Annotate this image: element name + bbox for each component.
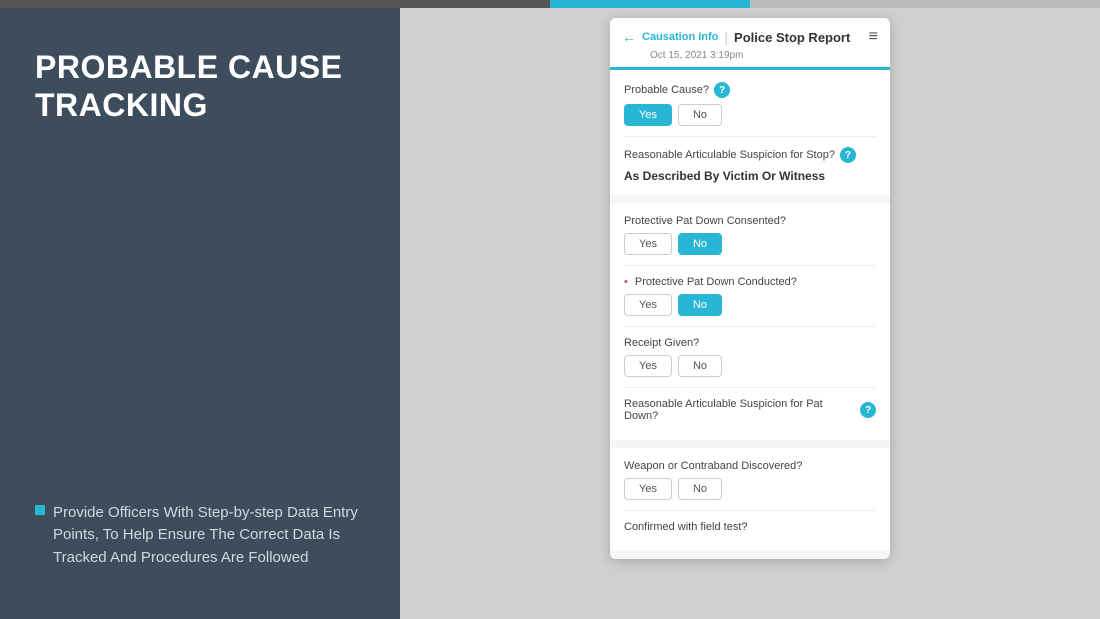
- section-divider-4: [624, 387, 876, 388]
- receipt-given-no-button[interactable]: No: [678, 355, 722, 377]
- reasonable-suspicion-stop-help-icon[interactable]: ?: [840, 147, 856, 163]
- page-title: PROBABLE CAUSETRACKING: [35, 48, 365, 125]
- reasonable-suspicion-pat-group: Reasonable Articulable Suspicion for Pat…: [624, 398, 876, 422]
- causation-info-label: Causation Info: [642, 31, 718, 43]
- reasonable-suspicion-stop-value: As Described By Victim Or Witness: [624, 169, 876, 183]
- reasonable-suspicion-stop-group: Reasonable Articulable Suspicion for Sto…: [624, 147, 876, 183]
- right-area: ← Causation Info | Police Stop Report ≡ …: [400, 8, 1100, 619]
- probable-cause-help-icon[interactable]: ?: [714, 82, 730, 98]
- pat-conducted-yes-button[interactable]: Yes: [624, 294, 672, 316]
- section-divider-1: [624, 136, 876, 137]
- pat-conducted-label: • Protective Pat Down Conducted?: [624, 276, 876, 288]
- date-label: Oct 15, 2021 3:19pm: [650, 50, 878, 61]
- bullet-icon: [35, 505, 45, 515]
- left-panel-bottom: Provide Officers With Step-by-step Data …: [35, 502, 365, 580]
- weapon-discovered-label: Weapon or Contraband Discovered?: [624, 460, 876, 472]
- pat-consented-yes-button[interactable]: Yes: [624, 233, 672, 255]
- header-left: ← Causation Info | Police Stop Report: [622, 29, 850, 45]
- main-content: PROBABLE CAUSETRACKING Provide Officers …: [0, 8, 1100, 619]
- left-panel: PROBABLE CAUSETRACKING Provide Officers …: [0, 8, 400, 619]
- form-body: Probable Cause? ? Yes No Reasonable Arti…: [610, 70, 890, 559]
- weapon-discovered-group: Weapon or Contraband Discovered? Yes No: [624, 460, 876, 500]
- confirmed-field-test-group: Confirmed with field test?: [624, 521, 876, 533]
- receipt-given-group: Receipt Given? Yes No: [624, 337, 876, 377]
- section-divider-5: [624, 510, 876, 511]
- receipt-given-yes-button[interactable]: Yes: [624, 355, 672, 377]
- bullet-text: Provide Officers With Step-by-step Data …: [53, 502, 365, 570]
- weapon-discovered-yes-button[interactable]: Yes: [624, 478, 672, 500]
- receipt-given-btn-group: Yes No: [624, 355, 876, 377]
- reasonable-suspicion-stop-label: Reasonable Articulable Suspicion for Sto…: [624, 147, 876, 163]
- form-header-top: ← Causation Info | Police Stop Report ≡: [622, 28, 878, 46]
- pat-consented-group: Protective Pat Down Consented? Yes No: [624, 215, 876, 255]
- pat-consented-btn-group: Yes No: [624, 233, 876, 255]
- section-divider-2: [624, 265, 876, 266]
- weapon-discovered-btn-group: Yes No: [624, 478, 876, 500]
- reasonable-suspicion-pat-help-icon[interactable]: ?: [860, 402, 876, 418]
- report-title: Police Stop Report: [734, 30, 850, 45]
- pat-consented-no-button[interactable]: No: [678, 233, 722, 255]
- top-bar: [0, 0, 1100, 8]
- pat-conducted-no-button[interactable]: No: [678, 294, 722, 316]
- back-button[interactable]: ←: [622, 29, 636, 45]
- probable-cause-btn-group: Yes No: [624, 104, 876, 126]
- menu-icon[interactable]: ≡: [869, 28, 878, 46]
- receipt-given-label: Receipt Given?: [624, 337, 876, 349]
- probable-cause-field-group: Probable Cause? ? Yes No: [624, 82, 876, 126]
- probable-cause-no-button[interactable]: No: [678, 104, 722, 126]
- pat-down-section: Protective Pat Down Consented? Yes No • …: [610, 203, 890, 440]
- reasonable-suspicion-pat-label: Reasonable Articulable Suspicion for Pat…: [624, 398, 876, 422]
- form-header: ← Causation Info | Police Stop Report ≡ …: [610, 18, 890, 70]
- pipe-divider: |: [724, 29, 728, 45]
- form-container: ← Causation Info | Police Stop Report ≡ …: [610, 18, 890, 559]
- top-bar-light: [750, 0, 1100, 8]
- top-bar-blue: [550, 0, 750, 8]
- pat-conducted-btn-group: Yes No: [624, 294, 876, 316]
- bullet-item: Provide Officers With Step-by-step Data …: [35, 502, 365, 570]
- weapon-discovered-no-button[interactable]: No: [678, 478, 722, 500]
- probable-cause-section: Probable Cause? ? Yes No Reasonable Arti…: [610, 70, 890, 195]
- weapon-section: Weapon or Contraband Discovered? Yes No …: [610, 448, 890, 551]
- pat-conducted-group: • Protective Pat Down Conducted? Yes No: [624, 276, 876, 316]
- section-divider-3: [624, 326, 876, 327]
- top-bar-dark: [0, 0, 550, 8]
- probable-cause-yes-button[interactable]: Yes: [624, 104, 672, 126]
- pat-consented-label: Protective Pat Down Consented?: [624, 215, 876, 227]
- probable-cause-label: Probable Cause? ?: [624, 82, 876, 98]
- confirmed-field-test-label: Confirmed with field test?: [624, 521, 876, 533]
